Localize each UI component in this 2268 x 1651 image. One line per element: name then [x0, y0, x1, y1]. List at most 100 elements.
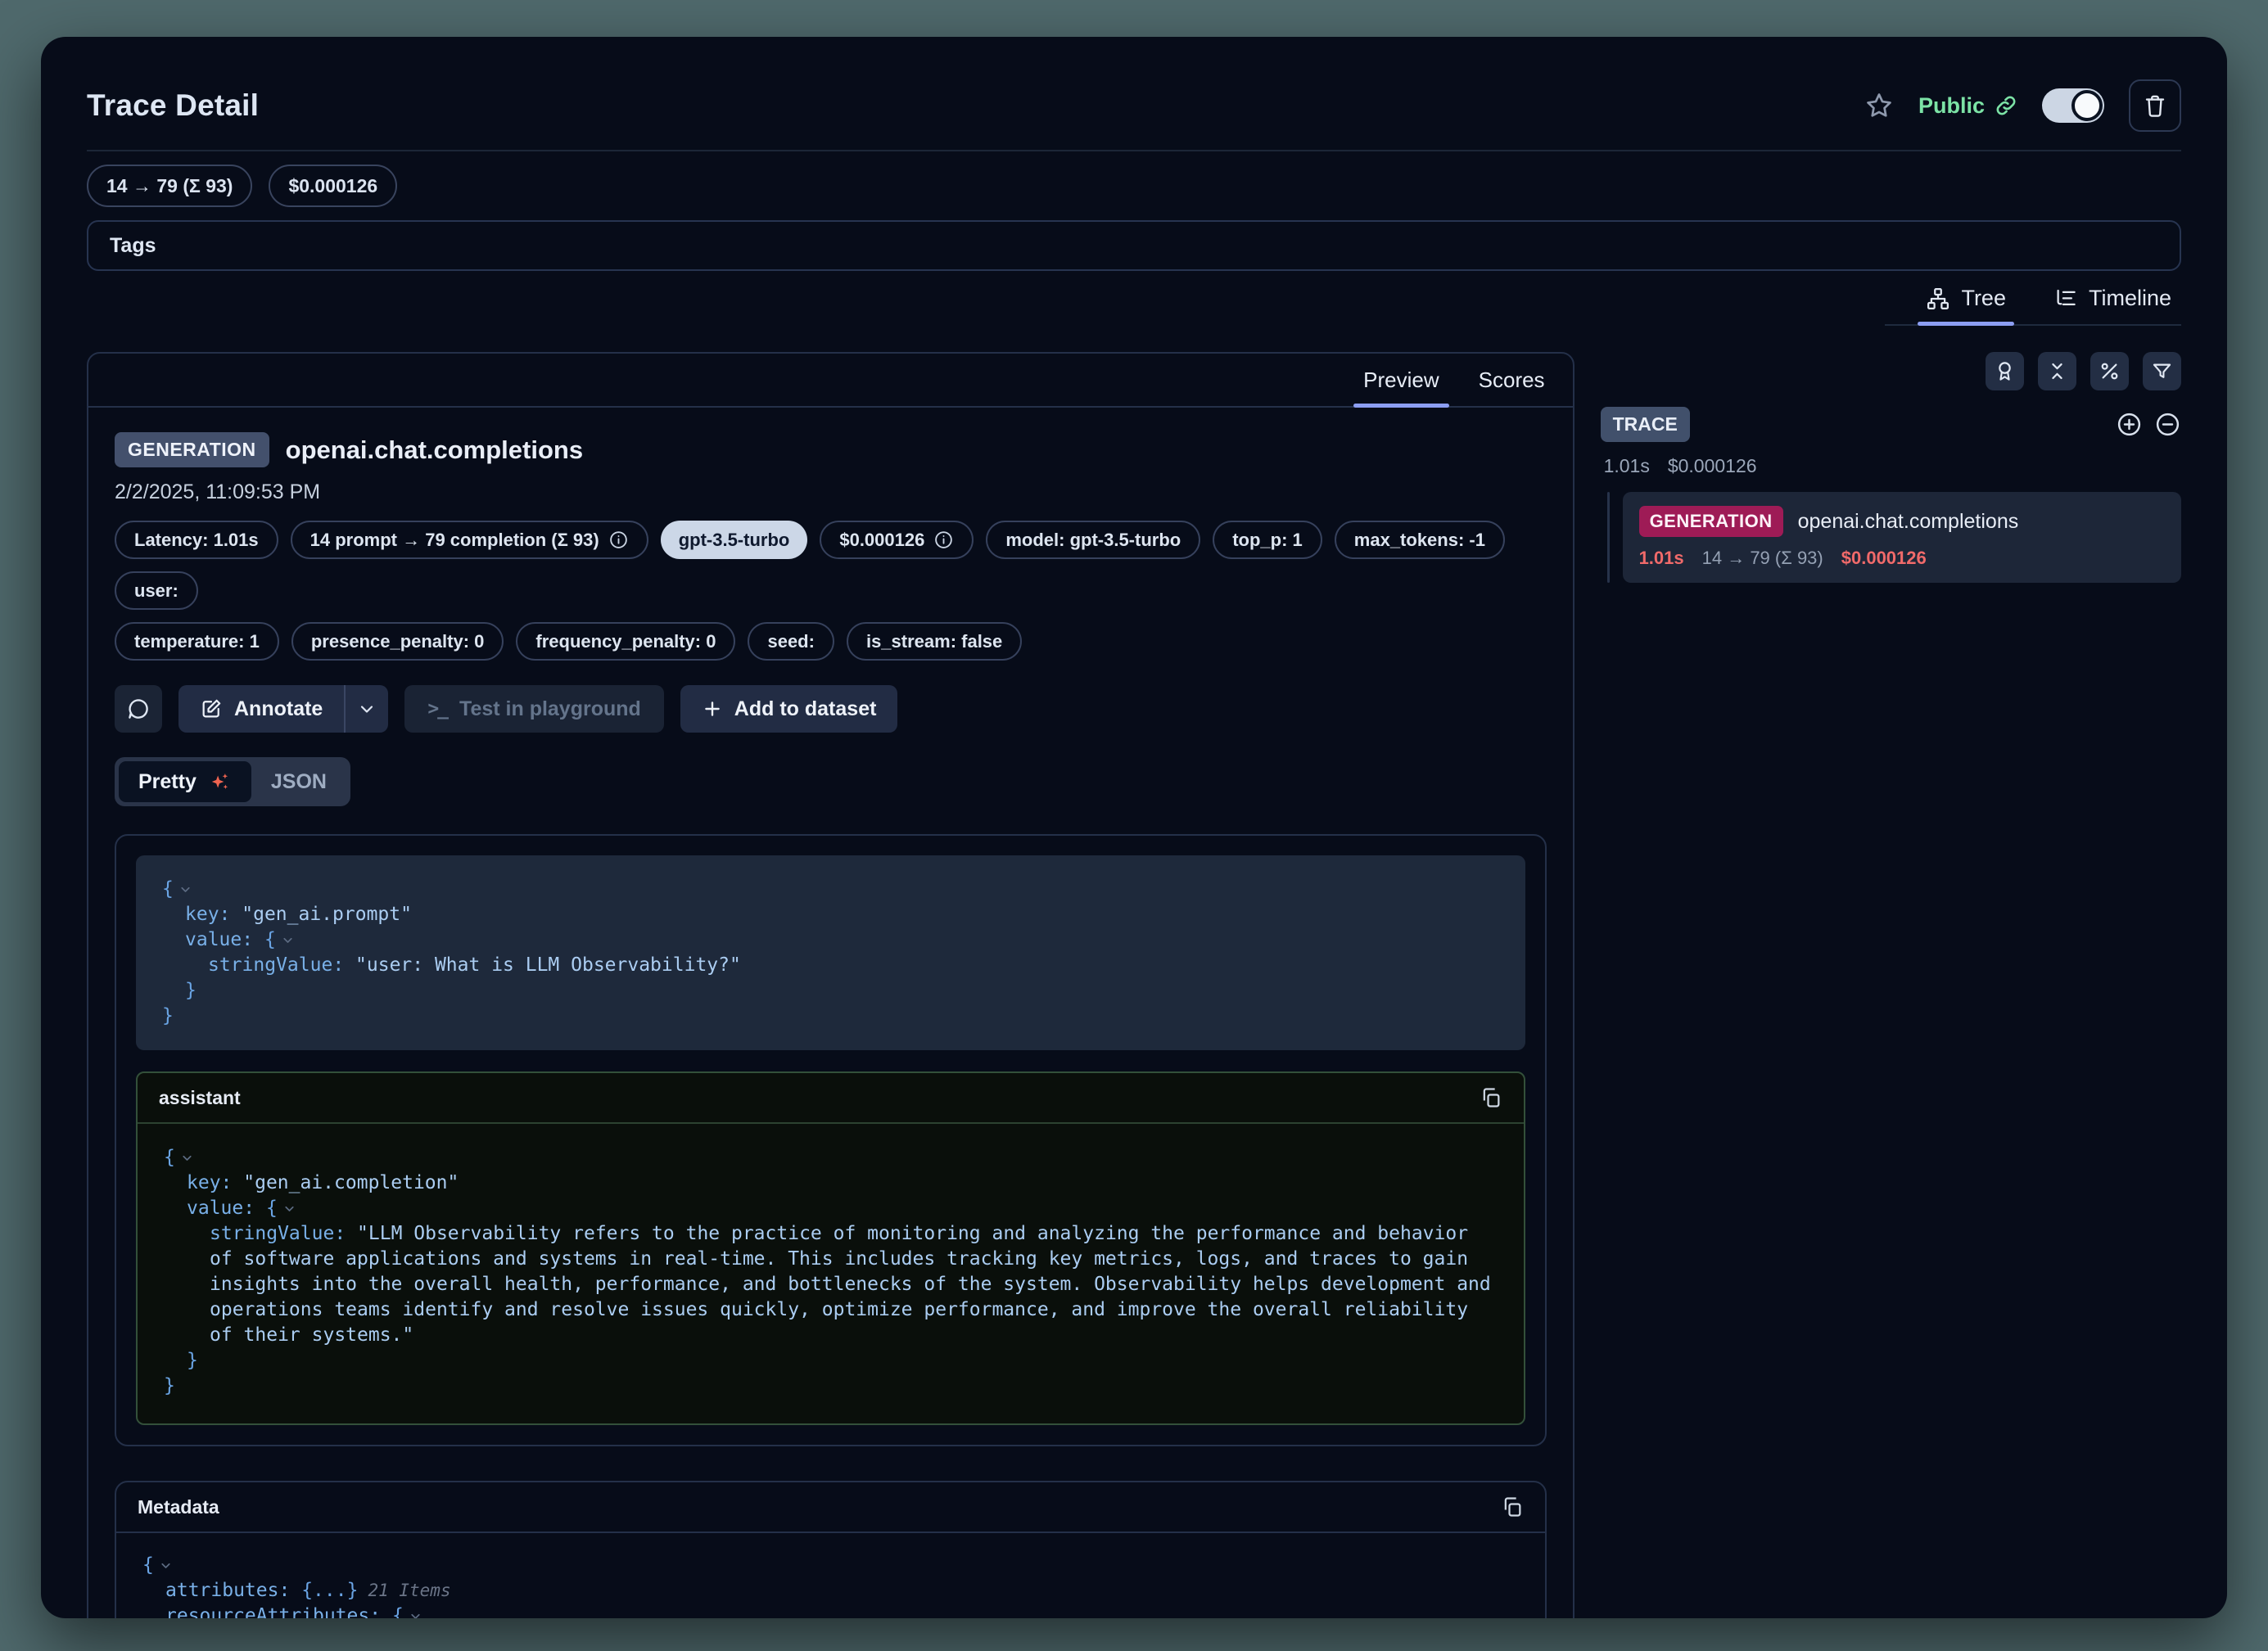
info-icon[interactable]: [933, 530, 954, 550]
metadata-json: { attributes: {...}21 Items resourceAttr…: [116, 1533, 1545, 1618]
tree-rail: [1607, 492, 1610, 583]
observation-chips-row2: temperature: 1 presence_penalty: 0 frequ…: [115, 622, 1547, 661]
total-cost-badge: $0.000126: [269, 165, 397, 207]
main-content: Preview Scores GENERATION openai.chat.co…: [87, 352, 2181, 1618]
topbar: Trace Detail Public: [87, 83, 2181, 129]
public-visibility-toggle[interactable]: [2042, 88, 2104, 123]
input-json-block: { key: "gen_ai.prompt" value: { stringVa…: [136, 855, 1525, 1050]
observation-timestamp: 2/2/2025, 11:09:53 PM: [115, 480, 1547, 504]
chip-user: user:: [115, 571, 198, 610]
assistant-output-block: assistant { key: "gen_ai.completion" val…: [136, 1071, 1525, 1425]
header-divider: [87, 150, 2181, 151]
toggle-knob: [2071, 90, 2103, 121]
metrics-toggle-button[interactable]: [2090, 352, 2129, 390]
action-buttons: Annotate >_ Test in playground: [115, 685, 1547, 733]
info-icon[interactable]: [608, 530, 629, 550]
chip-latency: Latency: 1.01s: [115, 521, 278, 559]
public-share-link[interactable]: Public: [1918, 93, 2017, 119]
topbar-actions: Public: [1864, 79, 2181, 132]
trace-stats: 1.01s $0.000126: [1601, 455, 2181, 477]
view-tabs: Tree Timeline: [1885, 277, 2181, 326]
terminal-icon: >_: [427, 698, 447, 719]
chip-token-usage: 14 prompt → 79 completion (Σ 93): [291, 521, 648, 559]
tree-node-wrap: GENERATION openai.chat.completions 1.01s…: [1601, 492, 2181, 583]
trace-tree-panel: TRACE 1.01s $0.000126: [1601, 352, 2181, 583]
tab-preview[interactable]: Preview: [1344, 354, 1458, 406]
add-to-dataset-button[interactable]: Add to dataset: [680, 685, 898, 733]
filter-button[interactable]: [2143, 352, 2181, 390]
json-collapse-icon[interactable]: [159, 1559, 173, 1572]
trace-latency: 1.01s: [1604, 455, 1650, 477]
format-toggle: Pretty JSON: [115, 757, 350, 806]
trash-icon: [2143, 93, 2167, 118]
assistant-json: { key: "gen_ai.completion" value: { stri…: [138, 1124, 1524, 1423]
assistant-title: assistant: [159, 1087, 241, 1109]
trace-cost: $0.000126: [1668, 455, 1757, 477]
annotate-button[interactable]: Annotate: [178, 685, 344, 733]
tab-preview-label: Preview: [1363, 368, 1439, 393]
test-in-playground-button[interactable]: >_ Test in playground: [404, 685, 663, 733]
annotate-menu-button[interactable]: [346, 685, 388, 733]
tab-scores-label: Scores: [1479, 368, 1545, 393]
delete-trace-button[interactable]: [2129, 79, 2181, 132]
token-usage-badge: 14 → 79 (Σ 93): [87, 165, 252, 207]
tree-zoom-controls: [2116, 411, 2181, 438]
observation-name: openai.chat.completions: [286, 435, 583, 465]
copy-button[interactable]: [1480, 1086, 1502, 1109]
page-title: Trace Detail: [87, 88, 259, 123]
trace-summary-badges: 14 → 79 (Σ 93) $0.000126: [87, 165, 2181, 207]
tags-box[interactable]: Tags: [87, 220, 2181, 271]
chip-model-param: model: gpt-3.5-turbo: [986, 521, 1200, 559]
json-collapse-icon[interactable]: [409, 1609, 422, 1618]
json-collapse-icon[interactable]: [282, 1202, 296, 1216]
json-collapse-icon[interactable]: [281, 933, 295, 947]
metadata-title: Metadata: [138, 1496, 219, 1518]
chip-temperature: temperature: 1: [115, 622, 279, 661]
io-container: { key: "gen_ai.prompt" value: { stringVa…: [115, 834, 1547, 1446]
sparkles-icon: [207, 769, 232, 794]
chip-top-p: top_p: 1: [1213, 521, 1322, 559]
copy-button[interactable]: [1501, 1495, 1524, 1518]
copy-icon: [1480, 1086, 1502, 1109]
observation-chips-row1: Latency: 1.01s 14 prompt → 79 completion…: [115, 521, 1547, 610]
link-icon: [1995, 94, 2017, 117]
metadata-header: Metadata: [116, 1482, 1545, 1533]
annotate-label: Annotate: [234, 697, 323, 721]
trace-row: TRACE: [1601, 407, 2181, 442]
chip-presence-penalty: presence_penalty: 0: [291, 622, 504, 661]
plus-circle-icon: [2116, 411, 2143, 438]
node-cost: $0.000126: [1841, 548, 1927, 569]
tags-label: Tags: [110, 234, 156, 258]
view-tabs-row: Tree Timeline: [87, 277, 2181, 326]
observation-card: Preview Scores GENERATION openai.chat.co…: [87, 352, 1574, 1618]
tab-timeline[interactable]: Timeline: [2049, 277, 2176, 324]
collapse-tree-button[interactable]: [2154, 411, 2181, 438]
annotate-split-button: Annotate: [178, 685, 388, 733]
filter-icon: [2151, 360, 2173, 382]
bookmark-button[interactable]: [1864, 91, 1894, 120]
collapse-all-button[interactable]: [2038, 352, 2076, 390]
expand-all-button[interactable]: [2116, 411, 2143, 438]
format-json-button[interactable]: JSON: [251, 761, 346, 802]
node-latency: 1.01s: [1639, 548, 1684, 569]
chip-max-tokens: max_tokens: -1: [1335, 521, 1505, 559]
node-tokens: 14 → 79 (Σ 93): [1702, 548, 1823, 569]
tab-tree[interactable]: Tree: [1921, 277, 2011, 324]
award-icon: [1994, 360, 2016, 382]
add-to-dataset-label: Add to dataset: [734, 697, 877, 721]
trace-badge[interactable]: TRACE: [1601, 407, 1690, 442]
annotation-queue-button[interactable]: [1986, 352, 2024, 390]
json-collapse-icon[interactable]: [180, 1151, 194, 1165]
tab-scores[interactable]: Scores: [1459, 354, 1565, 406]
json-collapse-icon[interactable]: [178, 882, 192, 896]
observation-body: GENERATION openai.chat.completions 2/2/2…: [88, 408, 1573, 1618]
fold-vertical-icon: [2046, 360, 2068, 382]
comment-icon: [126, 697, 151, 721]
assistant-block-header: assistant: [138, 1073, 1524, 1124]
node-type-badge: GENERATION: [1639, 506, 1783, 537]
chip-model[interactable]: gpt-3.5-turbo: [661, 521, 808, 559]
generation-node[interactable]: GENERATION openai.chat.completions 1.01s…: [1623, 492, 2181, 583]
format-pretty-button[interactable]: Pretty: [119, 761, 251, 802]
observation-type-badge: GENERATION: [115, 432, 269, 467]
comment-button[interactable]: [115, 685, 162, 733]
